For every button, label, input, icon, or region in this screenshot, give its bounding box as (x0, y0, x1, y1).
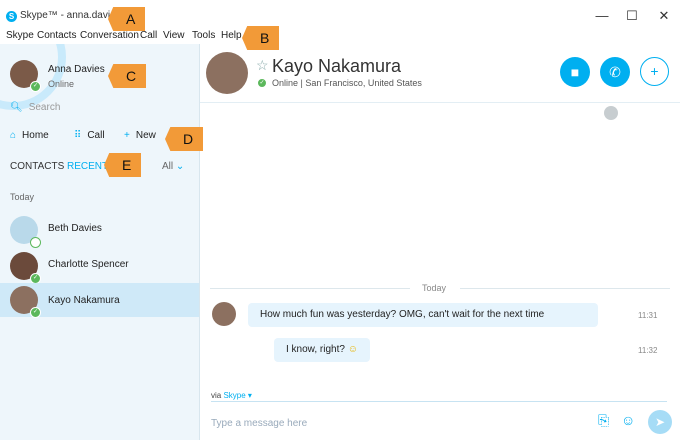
add-person-icon: + (650, 63, 659, 79)
date-divider-right (460, 288, 670, 289)
new-label: New (135, 130, 156, 141)
contact-item-beth-davies[interactable]: Beth Davies (0, 211, 199, 248)
call-label: Call (87, 130, 105, 141)
message-avatar (212, 302, 236, 326)
service-dropdown[interactable]: Skype ▾ (223, 391, 251, 400)
tab-contacts[interactable]: CONTACTS (10, 161, 64, 172)
contact-title[interactable]: Kayo Nakamura (272, 56, 401, 77)
date-divider-label: Today (422, 283, 447, 293)
menu-conversation[interactable]: Conversation (80, 30, 139, 41)
menu-help[interactable]: Help (221, 30, 242, 41)
menu-skype[interactable]: Skype (6, 30, 34, 41)
send-icon: ➤ (654, 415, 666, 429)
maximize-icon[interactable]: ☐ (620, 6, 644, 26)
section-today: Today (10, 192, 35, 202)
call-button[interactable]: ⠿ Call (74, 130, 105, 141)
home-button[interactable]: ⌂ Home (10, 130, 49, 141)
home-icon: ⌂ (10, 130, 17, 141)
menu-call[interactable]: Call (140, 30, 157, 41)
contact-tabs: CONTACTS RECENT All ⌄ (0, 154, 199, 180)
contact-avatar[interactable] (206, 52, 248, 94)
star-icon[interactable]: ☆ (256, 57, 269, 74)
send-button[interactable]: ➤ (648, 410, 672, 434)
emoticon-icon[interactable]: ☺ (621, 412, 635, 428)
tab-recent[interactable]: RECENT (67, 161, 108, 172)
globe-icon[interactable] (604, 106, 618, 120)
title-bar: S Skype™ - anna.davies42 — ☐ ✕ (0, 0, 680, 30)
contact-item-charlotte-spencer[interactable]: ✓ Charlotte Spencer (0, 247, 199, 284)
contact-item-kayo-nakamura[interactable]: ✓ Kayo Nakamura (0, 283, 199, 318)
add-people-button[interactable]: + (640, 57, 669, 86)
message-time: 11:32 (638, 346, 658, 355)
my-name[interactable]: Anna Davies (48, 64, 105, 75)
home-label: Home (22, 130, 49, 141)
new-button[interactable]: + New (124, 130, 156, 141)
filter-dropdown[interactable]: All ⌄ (162, 161, 184, 172)
menu-view[interactable]: View (163, 30, 185, 41)
message-time: 11:31 (638, 311, 658, 320)
message-text: I know, right? (286, 344, 345, 355)
service-label: Skype (223, 391, 246, 400)
via-service: via Skype ▾ (211, 391, 252, 400)
search-icon: 🔍︎ (10, 102, 23, 113)
message-input[interactable]: Type a message here (211, 418, 307, 429)
composer-divider (211, 401, 667, 402)
video-camera-icon: ■ (570, 64, 580, 80)
online-status-icon: ✓ (257, 78, 267, 88)
online-status-icon: ✓ (30, 307, 41, 318)
callout-c: C (108, 64, 147, 88)
attachment-icon[interactable]: ⎘ (598, 412, 609, 429)
close-icon[interactable]: ✕ (652, 6, 676, 26)
callout-a: A (108, 7, 146, 31)
menu-tools[interactable]: Tools (192, 30, 215, 41)
minimize-icon[interactable]: — (590, 6, 614, 26)
skype-logo-icon: S (6, 11, 17, 22)
sidebar: ✓ Anna Davies Online 🔍︎ Search ⌂ Home ⠿ Cal… (0, 44, 200, 440)
via-label: via (211, 391, 222, 400)
search-box[interactable]: 🔍︎ Search (10, 102, 60, 113)
audio-call-button[interactable]: ✆ (600, 57, 630, 87)
search-placeholder: Search (28, 102, 61, 113)
callout-e: E (104, 153, 142, 177)
conversation-pane: ☆ Kayo Nakamura ✓ Online | San Francisco… (200, 44, 680, 440)
my-status[interactable]: Online (48, 79, 74, 89)
contact-name: Kayo Nakamura (48, 295, 120, 306)
contact-status: Online | San Francisco, United States (272, 78, 422, 88)
contact-name: Beth Davies (48, 223, 102, 234)
emoji-icon: ☺ (347, 344, 358, 355)
callout-b: B (242, 26, 280, 50)
callout-d: D (165, 127, 204, 151)
conversation-header: ☆ Kayo Nakamura ✓ Online | San Francisco… (200, 44, 680, 103)
phone-icon: ✆ (609, 64, 621, 80)
video-call-button[interactable]: ■ (560, 57, 590, 87)
plus-icon: + (124, 130, 130, 141)
chevron-down-icon: ⌄ (175, 161, 185, 172)
menu-contacts[interactable]: Contacts (37, 30, 76, 41)
message-bubble: How much fun was yesterday? OMG, can't w… (248, 303, 598, 327)
date-divider-left (210, 288, 410, 289)
online-status-icon: ✓ (30, 81, 41, 92)
menu-bar: Skype Contacts Conversation Call View To… (0, 30, 680, 44)
contact-name: Charlotte Spencer (48, 259, 129, 270)
message-text: How much fun was yesterday? OMG, can't w… (260, 309, 545, 320)
filter-label: All (162, 161, 174, 172)
dialpad-icon: ⠿ (74, 130, 82, 141)
message-bubble: I know, right? ☺ (274, 338, 370, 362)
